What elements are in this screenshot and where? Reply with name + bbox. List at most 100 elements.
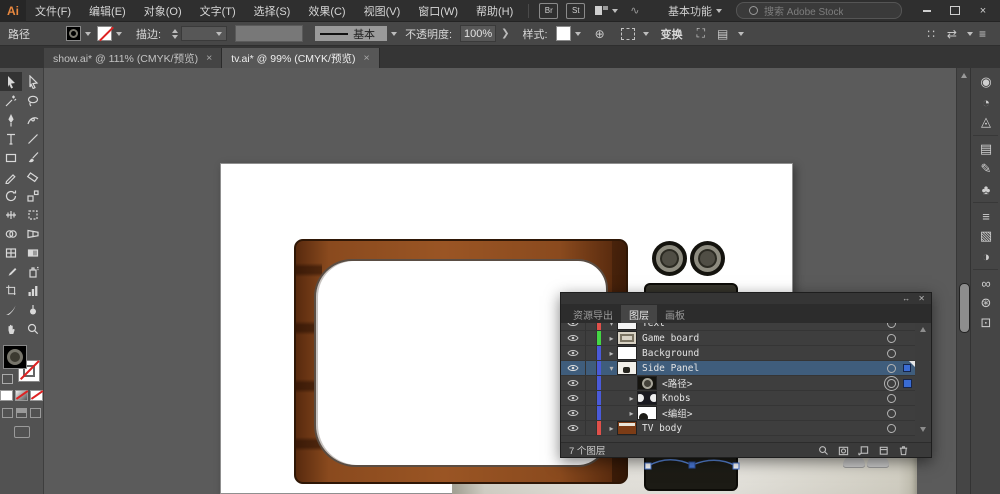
visibility-toggle[interactable] (561, 323, 586, 330)
magic-wand-tool[interactable] (0, 91, 22, 110)
rotate-tool[interactable] (0, 186, 22, 205)
cc-libraries-icon[interactable]: ∞ (971, 273, 1000, 293)
expand-chevron-icon[interactable]: ▸ (626, 409, 637, 418)
lock-toggle[interactable] (586, 323, 597, 330)
perspective-grid-tool[interactable] (22, 224, 44, 243)
close-button[interactable]: × (972, 3, 994, 19)
visibility-toggle[interactable] (561, 391, 586, 405)
layer-name[interactable]: Game board (642, 333, 699, 344)
eyedropper-tool[interactable] (0, 262, 22, 281)
stroke-weight-stepper[interactable] (172, 29, 178, 39)
width-tool[interactable] (0, 205, 22, 224)
symbol-sprayer-tool[interactable] (22, 262, 44, 281)
direct-selection-tool[interactable] (22, 72, 44, 91)
links-panel-icon[interactable]: ⊡ (971, 313, 1000, 333)
layer-row-group[interactable]: ▸ <编组> (561, 406, 915, 421)
stock-search-input[interactable]: 搜索 Adobe Stock (736, 2, 902, 19)
mesh-tool[interactable] (0, 243, 22, 262)
close-panel-icon[interactable]: ✕ (918, 295, 925, 303)
target-circle[interactable] (887, 424, 896, 433)
none-button[interactable] (30, 390, 43, 401)
chevron-down-icon[interactable] (391, 32, 397, 36)
layer-name[interactable]: TV body (642, 423, 682, 434)
rectangle-tool[interactable] (0, 148, 22, 167)
target-circle[interactable] (887, 364, 896, 373)
expand-chevron-icon[interactable]: ▸ (606, 334, 617, 343)
default-fill-stroke-icon[interactable] (2, 374, 13, 384)
slice-tool[interactable] (0, 300, 22, 319)
pen-tool[interactable] (0, 110, 22, 129)
color-guide-icon[interactable]: ◔ (971, 92, 1000, 112)
layer-name[interactable]: Knobs (662, 393, 691, 404)
menu-select[interactable]: 选择(S) (245, 3, 300, 19)
pathfinder-icon[interactable]: ◬ (971, 112, 1000, 132)
chevron-down-icon[interactable] (738, 32, 744, 36)
doc-tab-tv[interactable]: tv.ai* @ 99% (CMYK/预览) × (222, 48, 379, 68)
gradient-button[interactable] (15, 390, 28, 401)
visibility-toggle[interactable] (561, 331, 586, 345)
tab-asset-export[interactable]: 资源导出 (565, 305, 621, 323)
tv-knob-left-art[interactable] (656, 245, 683, 272)
zoom-tool[interactable] (22, 319, 44, 338)
tab-artboards[interactable]: 画板 (657, 305, 693, 323)
layer-row-game-board[interactable]: ▸ Game board (561, 331, 915, 346)
hand-tool[interactable] (0, 319, 22, 338)
stroke-weight-dropdown[interactable] (181, 26, 227, 41)
layer-row-side-panel[interactable]: ▾ Side Panel (561, 361, 915, 376)
layer-name[interactable]: Side Panel (642, 363, 699, 374)
arrange-icon[interactable]: ⇄ (947, 27, 957, 41)
color-panel-icon[interactable]: ◉ (971, 72, 1000, 92)
menu-edit[interactable]: 编辑(E) (80, 3, 135, 19)
stock-button[interactable]: St (566, 3, 585, 19)
eraser-tool[interactable] (22, 167, 44, 186)
tv-knob-right-art[interactable] (694, 245, 721, 272)
menu-window[interactable]: 窗口(W) (409, 3, 467, 19)
minimize-button[interactable] (916, 3, 938, 19)
collapse-chevron-icon[interactable]: ▾ (606, 364, 617, 373)
layer-row-path[interactable]: <路径> (561, 376, 915, 391)
chevron-down-icon[interactable] (643, 32, 649, 36)
transform-link[interactable]: 变换 (661, 26, 683, 42)
align-icon[interactable]: ⛶ (697, 26, 705, 41)
free-transform-tool[interactable] (22, 205, 44, 224)
shape-options-icon[interactable]: ▤ (717, 27, 728, 41)
lasso-tool[interactable] (22, 91, 44, 110)
select-similar-icon[interactable] (621, 28, 635, 40)
gradient-tool[interactable] (22, 243, 44, 262)
doc-tab-show[interactable]: show.ai* @ 111% (CMYK/预览) × (44, 48, 222, 68)
visibility-toggle[interactable] (561, 421, 586, 435)
expand-chevron-icon[interactable]: ▸ (626, 394, 637, 403)
artboards-panel-icon[interactable]: ▤ (971, 139, 1000, 159)
draw-inside-icon[interactable] (30, 408, 41, 418)
symbols-panel-icon[interactable]: ♣ (971, 179, 1000, 199)
menu-effect[interactable]: 效果(C) (299, 3, 354, 19)
scroll-down-icon[interactable] (920, 427, 926, 432)
curvature-tool[interactable] (22, 110, 44, 129)
lock-toggle[interactable] (586, 391, 597, 405)
fill-swatch[interactable] (3, 345, 27, 369)
scroll-up-icon[interactable] (961, 73, 967, 78)
close-tab-icon[interactable]: × (363, 52, 369, 64)
locate-object-icon[interactable] (818, 445, 829, 456)
arrange-documents-icon[interactable] (595, 6, 618, 15)
bridge-button[interactable]: Br (539, 3, 558, 19)
opacity-expand-arrow[interactable]: ❯ (501, 28, 509, 39)
screen-mode-button[interactable] (14, 426, 30, 438)
target-circle[interactable] (887, 409, 896, 418)
gpu-performance-icon[interactable]: ∿ (630, 4, 639, 17)
workspace-grid-icon[interactable]: ∷ (927, 27, 935, 41)
graphic-style-swatch[interactable] (556, 26, 571, 41)
stroke-color-swatch[interactable] (97, 26, 112, 41)
blob-brush-tool[interactable] (22, 300, 44, 319)
layer-row-knobs[interactable]: ▸ Knobs (561, 391, 915, 406)
layer-name[interactable]: Text (642, 323, 665, 329)
chevron-down-icon[interactable] (116, 32, 122, 36)
expand-chevron-icon[interactable]: ▸ (606, 424, 617, 433)
draw-normal-icon[interactable] (2, 408, 13, 418)
new-layer-icon[interactable] (878, 445, 889, 456)
layer-row-tv-body[interactable]: ▸ TV body (561, 421, 915, 436)
scrollbar-thumb[interactable] (959, 283, 970, 333)
layers-scrollbar[interactable] (918, 325, 929, 434)
line-segment-tool[interactable] (22, 129, 44, 148)
menu-object[interactable]: 对象(O) (135, 3, 191, 19)
